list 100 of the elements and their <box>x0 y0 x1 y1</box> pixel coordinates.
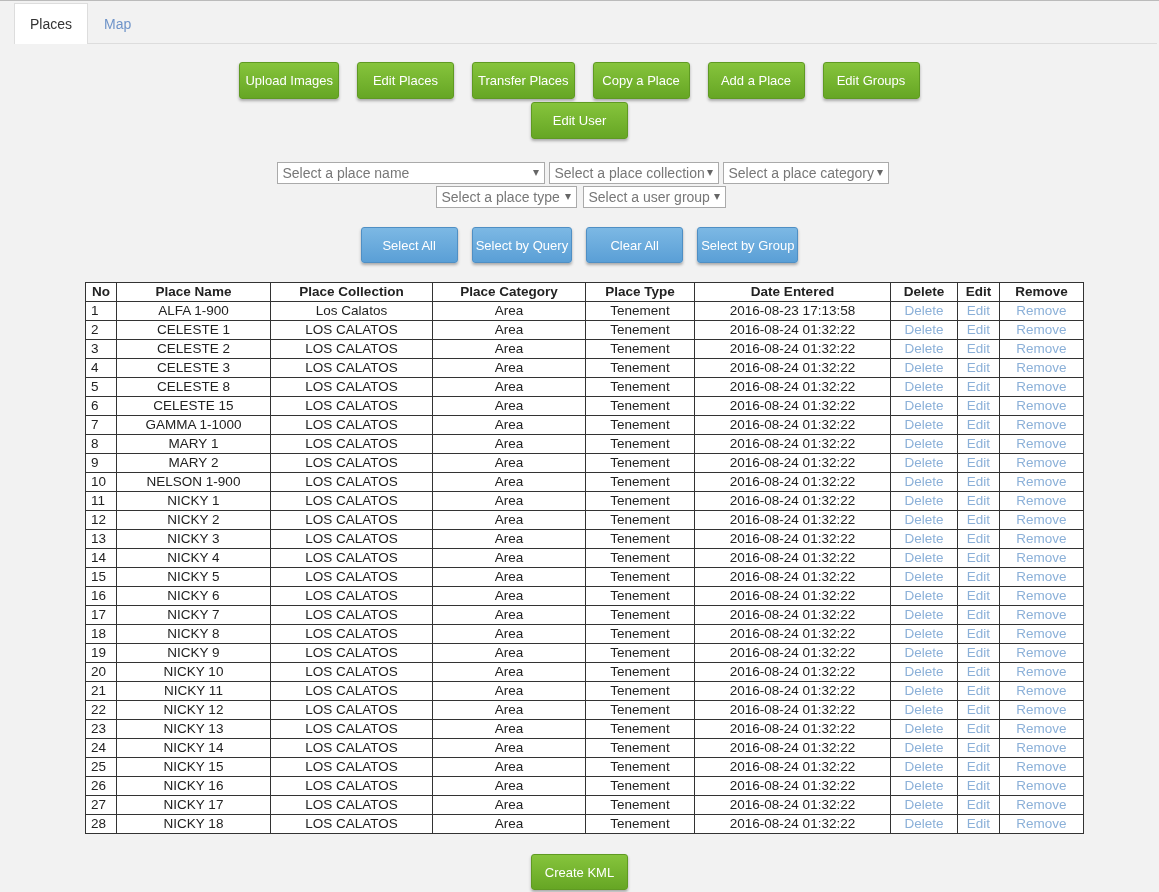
table-cell: Area <box>494 607 524 622</box>
table-cell: Tenement <box>610 797 670 812</box>
table-cell: Area <box>494 721 524 736</box>
table-cell: 2016-08-24 01:32:22 <box>729 607 856 622</box>
action-button[interactable]: Edit User <box>531 102 628 139</box>
table-cell: Area <box>494 816 524 831</box>
table-cell: Area <box>494 683 524 698</box>
table-cell: Tenement <box>610 683 670 698</box>
column-header: Place Type <box>585 282 695 302</box>
table-cell: 2016-08-24 01:32:22 <box>729 797 856 812</box>
dropdown-field[interactable]: Select a place category <box>722 162 889 184</box>
column-header: Date Entered <box>694 282 891 302</box>
table-cell: 12 <box>91 512 107 527</box>
table-cell: 2016-08-24 01:32:22 <box>729 683 856 698</box>
selection-button[interactable]: Clear All <box>586 227 684 263</box>
table-cell: 2016-08-24 01:32:22 <box>729 721 856 736</box>
table-cell: 8 <box>91 436 99 451</box>
table-cell: LOS CALATOS <box>305 759 398 774</box>
table-cell: 2016-08-24 01:32:22 <box>729 474 856 489</box>
table-cell: 16 <box>91 588 107 603</box>
tab[interactable]: Map <box>88 3 148 44</box>
table-cell: CELESTE 2 <box>157 341 230 356</box>
table-cell: LOS CALATOS <box>305 569 398 584</box>
table-cell: 2016-08-24 01:32:22 <box>729 360 856 375</box>
dropdown-field[interactable]: Select a place type <box>435 186 577 208</box>
action-button[interactable]: Upload Images <box>239 62 339 99</box>
table-cell: 2016-08-24 01:32:22 <box>729 664 856 679</box>
caret-icon <box>564 194 571 200</box>
table-cell: NICKY 14 <box>163 740 224 755</box>
tab[interactable]: Places <box>14 3 89 44</box>
table-cell: Tenement <box>610 645 670 660</box>
table-cell: CELESTE 3 <box>157 360 230 375</box>
table-cell: Area <box>494 322 524 337</box>
table-cell: Tenement <box>610 417 670 432</box>
dropdown-field[interactable]: Select a user group <box>582 186 726 208</box>
table-cell: 2016-08-24 01:32:22 <box>729 417 856 432</box>
table-cell: 25 <box>91 759 107 774</box>
table-cell: LOS CALATOS <box>305 645 398 660</box>
table-cell: CELESTE 8 <box>157 379 230 394</box>
dropdown-field[interactable]: Select a place name <box>276 162 545 184</box>
table-cell: LOS CALATOS <box>305 797 398 812</box>
table-cell: 20 <box>91 664 107 679</box>
dropdown-field[interactable]: Select a place collection <box>548 162 719 184</box>
table-cell: Area <box>494 645 524 660</box>
table-cell: LOS CALATOS <box>305 379 398 394</box>
table-cell: NICKY 5 <box>167 569 220 584</box>
caret-icon <box>713 194 720 200</box>
table-cell: Area <box>494 759 524 774</box>
table-cell: NICKY 6 <box>167 588 220 603</box>
action-button[interactable]: Edit Groups <box>822 62 920 99</box>
table-cell: MARY 2 <box>168 455 219 470</box>
caret-icon <box>876 170 883 176</box>
table-cell: NICKY 11 <box>164 683 223 698</box>
table-cell: 2016-08-24 01:32:22 <box>729 493 856 508</box>
table-cell: NICKY 18 <box>163 816 224 831</box>
action-button[interactable]: Transfer Places <box>471 62 575 99</box>
table-cell: LOS CALATOS <box>305 664 398 679</box>
table-cell: NICKY 1 <box>167 493 220 508</box>
selection-button[interactable]: Select by Group <box>697 227 799 263</box>
table-cell: Tenement <box>610 626 670 641</box>
table-cell: 18 <box>91 626 107 641</box>
action-button[interactable]: Copy a Place <box>592 62 690 99</box>
table-cell: LOS CALATOS <box>305 341 398 356</box>
selection-button[interactable]: Select by Query <box>471 227 573 263</box>
caret-icon <box>532 170 539 176</box>
table-cell: Area <box>494 493 524 508</box>
table-cell: NICKY 17 <box>163 797 224 812</box>
column-header: Place Name <box>116 282 271 302</box>
table-cell: Area <box>494 398 524 413</box>
table-cell: NICKY 9 <box>167 645 220 660</box>
selection-button[interactable]: Select All <box>360 227 458 263</box>
table-cell: Area <box>494 664 524 679</box>
table-cell: Los Calatos <box>315 303 388 318</box>
table-cell: 2016-08-24 01:32:22 <box>729 645 856 660</box>
table-cell: NICKY 10 <box>163 664 224 679</box>
table-cell: LOS CALATOS <box>305 778 398 793</box>
table-cell: LOS CALATOS <box>305 493 398 508</box>
table-cell: LOS CALATOS <box>305 531 398 546</box>
table-cell: MARY 1 <box>168 436 219 451</box>
table-cell: 2016-08-24 01:32:22 <box>729 512 856 527</box>
table-cell: NICKY 12 <box>163 702 224 717</box>
column-header: Place Collection <box>270 282 433 302</box>
table-cell: 2016-08-24 01:32:22 <box>729 626 856 641</box>
action-button[interactable]: Edit Places <box>356 62 454 99</box>
table-cell: 2016-08-24 01:32:22 <box>729 759 856 774</box>
table-cell: Tenement <box>610 379 670 394</box>
table-cell: 2016-08-24 01:32:22 <box>729 778 856 793</box>
table-cell: 11 <box>91 493 105 508</box>
table-cell: 14 <box>91 550 107 565</box>
create-kml-button[interactable]: Create KML <box>531 854 628 890</box>
table-cell: 23 <box>91 721 107 736</box>
action-button[interactable]: Add a Place <box>707 62 805 99</box>
table-cell: 2016-08-24 01:32:22 <box>729 588 856 603</box>
table-cell: Tenement <box>610 778 670 793</box>
table-cell: CELESTE 15 <box>153 398 234 413</box>
table-cell: Tenement <box>610 455 670 470</box>
table-cell: 2016-08-24 01:32:22 <box>729 569 856 584</box>
table-cell: 17 <box>91 607 107 622</box>
table-cell: Area <box>494 436 524 451</box>
table-cell: LOS CALATOS <box>305 626 398 641</box>
